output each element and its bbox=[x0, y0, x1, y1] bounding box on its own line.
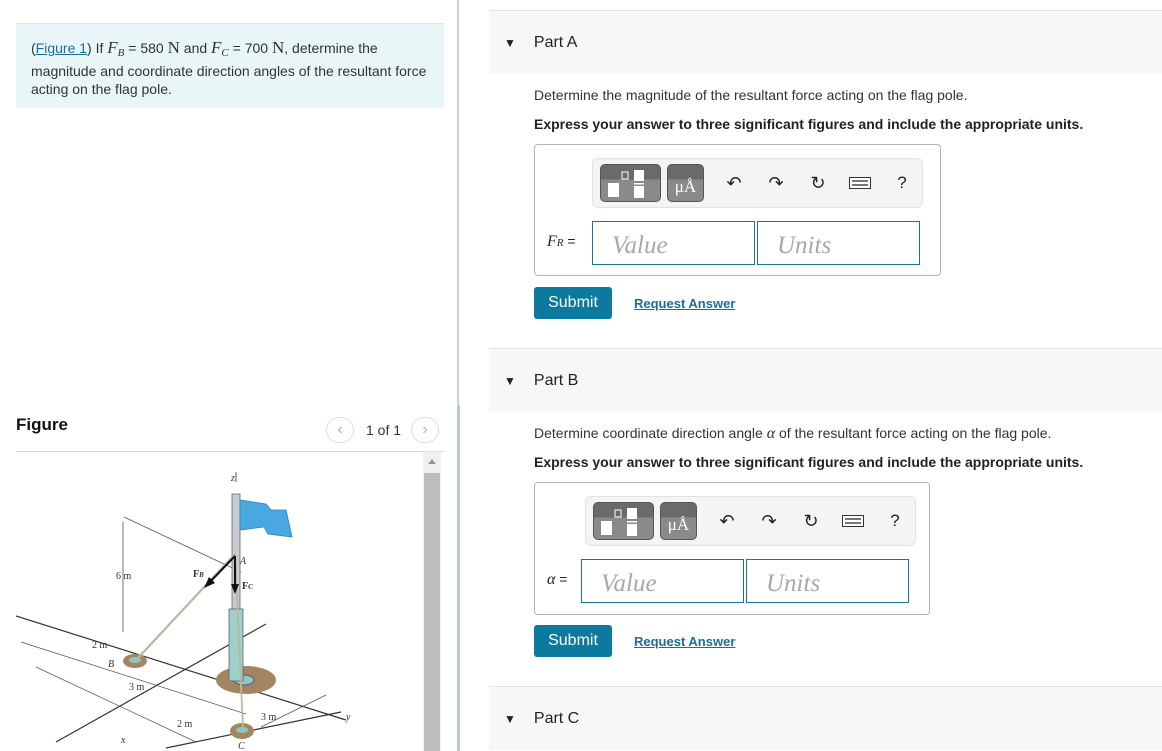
label-y: y bbox=[345, 712, 351, 723]
part-b-header[interactable]: ▼ Part B bbox=[489, 348, 1162, 412]
figure-image: z A FB FC 6 m 2 m B 3 m 2 m 3 m C x y bbox=[16, 452, 444, 751]
label-fc: FC bbox=[242, 581, 253, 592]
chevron-left-icon: ‹ bbox=[337, 421, 343, 438]
part-a-request-answer-link[interactable]: Request Answer bbox=[634, 296, 735, 311]
dim-line bbox=[123, 516, 242, 573]
force-fb-arrow bbox=[207, 555, 236, 585]
part-a-answer-row: FR = bbox=[535, 221, 940, 265]
units-button[interactable]: μÅ bbox=[660, 502, 697, 540]
part-a-answer-box: μÅ ↶ ↷ ↻ ? FR = bbox=[534, 144, 941, 276]
templates-icon bbox=[608, 170, 644, 198]
label-x: x bbox=[120, 735, 126, 746]
fb-symbol: FB bbox=[107, 38, 125, 60]
chevron-right-icon: › bbox=[422, 421, 428, 438]
help-button[interactable]: ? bbox=[880, 511, 910, 531]
value-input[interactable] bbox=[581, 559, 744, 603]
figure-link[interactable]: Figure 1 bbox=[36, 40, 87, 56]
flagpole-diagram: z A FB FC 6 m 2 m B 3 m 2 m 3 m C x y bbox=[16, 472, 351, 751]
units-input[interactable] bbox=[757, 221, 920, 265]
templates-button[interactable] bbox=[600, 164, 661, 202]
figure-scrollbar[interactable] bbox=[423, 452, 441, 751]
anchor-c bbox=[236, 727, 248, 733]
units-input[interactable] bbox=[746, 559, 909, 603]
panel-divider-handle[interactable] bbox=[457, 405, 460, 751]
label-z: z bbox=[230, 473, 235, 484]
label-3m-right: 3 m bbox=[261, 712, 277, 723]
part-b-title: Part B bbox=[533, 371, 579, 389]
label-b: B bbox=[108, 659, 114, 670]
undo-icon[interactable]: ↶ bbox=[719, 173, 749, 194]
label-a: A bbox=[239, 556, 247, 567]
part-c-header[interactable]: ▼ Part C bbox=[489, 686, 1162, 750]
figure-title: Figure bbox=[16, 415, 68, 434]
keyboard-icon[interactable] bbox=[838, 511, 868, 532]
part-a-instruction: Express your answer to three significant… bbox=[534, 116, 1084, 132]
units-button[interactable]: μÅ bbox=[667, 164, 704, 202]
label-c: C bbox=[238, 741, 245, 751]
answer-label: FR = bbox=[547, 233, 576, 250]
templates-icon bbox=[601, 508, 637, 536]
label-6m: 6 m bbox=[116, 571, 132, 582]
label-2m-left: 2 m bbox=[92, 640, 108, 651]
redo-icon[interactable]: ↷ bbox=[754, 511, 784, 532]
part-b-request-answer-link[interactable]: Request Answer bbox=[634, 634, 735, 649]
parts-panel: ▼ Part A Determine the magnitude of the … bbox=[489, 0, 1162, 751]
scroll-up-button[interactable] bbox=[423, 456, 441, 470]
math-toolbar: μÅ ↶ ↷ ↻ ? bbox=[585, 496, 916, 546]
label-2m-bottom: 2 m bbox=[177, 719, 193, 730]
reset-icon[interactable]: ↻ bbox=[796, 511, 826, 532]
part-a-question: Determine the magnitude of the resultant… bbox=[534, 87, 968, 103]
triangle-up-icon bbox=[428, 459, 436, 464]
fc-symbol: FC bbox=[211, 38, 229, 60]
math-toolbar: μÅ ↶ ↷ ↻ ? bbox=[592, 158, 923, 208]
part-a-title: Part A bbox=[533, 33, 578, 51]
flag bbox=[239, 499, 293, 538]
reset-icon[interactable]: ↻ bbox=[803, 173, 833, 194]
dim-line bbox=[35, 666, 197, 743]
part-c-title: Part C bbox=[533, 709, 580, 727]
left-panel: (Figure 1) If FB = 580 N and FC = 700 N,… bbox=[0, 0, 458, 751]
caret-down-icon: ▼ bbox=[504, 373, 516, 388]
help-button[interactable]: ? bbox=[887, 173, 917, 193]
part-a-submit-button[interactable]: Submit bbox=[534, 287, 612, 319]
label-fb: FB bbox=[193, 569, 204, 580]
part-a-header[interactable]: ▼ Part A bbox=[489, 10, 1162, 74]
problem-statement: (Figure 1) If FB = 580 N and FC = 700 N,… bbox=[16, 23, 444, 108]
part-b-instruction: Express your answer to three significant… bbox=[534, 454, 1084, 470]
part-b-answer-row: α = bbox=[535, 559, 929, 603]
value-input[interactable] bbox=[592, 221, 755, 265]
templates-button[interactable] bbox=[593, 502, 654, 540]
next-figure-button[interactable]: › bbox=[411, 417, 440, 443]
caret-down-icon: ▼ bbox=[504, 711, 516, 726]
part-b-submit-button[interactable]: Submit bbox=[534, 625, 612, 657]
figure-pager: ‹ 1 of 1 › bbox=[326, 417, 440, 443]
answer-label: α = bbox=[547, 571, 568, 588]
part-b-answer-box: μÅ ↶ ↷ ↻ ? α = bbox=[534, 482, 930, 615]
previous-figure-button[interactable]: ‹ bbox=[326, 417, 354, 443]
keyboard-icon[interactable] bbox=[845, 173, 875, 194]
part-b-question: Determine coordinate direction angle α o… bbox=[534, 425, 1052, 442]
label-3m-left: 3 m bbox=[129, 682, 145, 693]
undo-icon[interactable]: ↶ bbox=[712, 511, 742, 532]
caret-down-icon: ▼ bbox=[504, 35, 516, 50]
cable-ab bbox=[136, 553, 236, 660]
figure-counter: 1 of 1 bbox=[366, 422, 402, 438]
redo-icon[interactable]: ↷ bbox=[761, 173, 791, 194]
ground-axis-line bbox=[16, 615, 347, 721]
scrollbar-thumb[interactable] bbox=[424, 473, 440, 751]
